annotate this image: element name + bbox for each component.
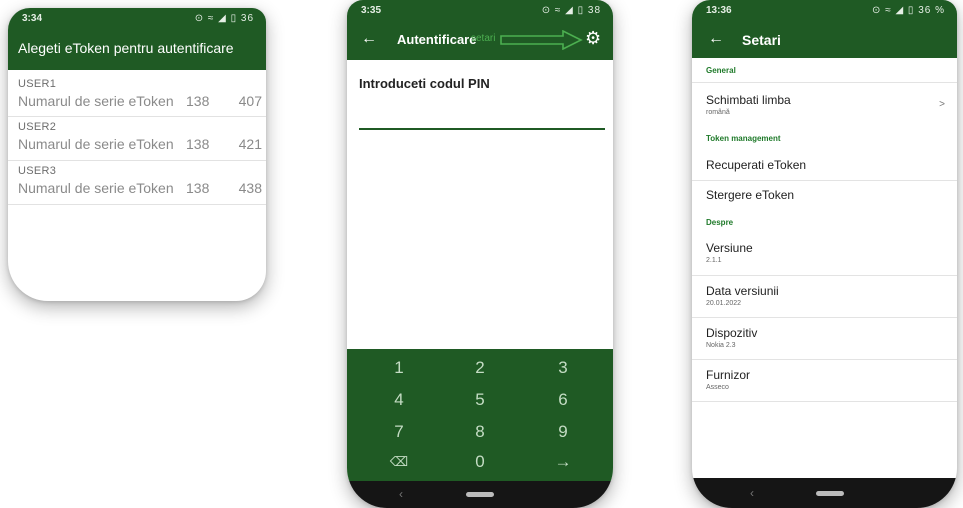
etoken-select-screen: 3:34 ⊙ ≈ ◢ ▯ 36 Alegeti eToken pentru au… xyxy=(8,8,266,301)
divider xyxy=(8,204,266,205)
submit-arrow-icon[interactable]: → xyxy=(533,447,593,477)
language-title: Schimbati limba xyxy=(706,93,791,107)
status-icons: ⊙ ≈ ◢ ▯ 36 xyxy=(194,13,254,24)
key-8[interactable]: 8 xyxy=(450,417,510,447)
nav-home-icon[interactable] xyxy=(816,491,844,496)
page-title: Alegeti eToken pentru autentificare xyxy=(18,40,234,56)
nav-home-icon[interactable] xyxy=(466,492,494,497)
status-bar: 3:34 ⊙ ≈ ◢ ▯ 36 xyxy=(8,8,266,30)
section-token-management: Token management xyxy=(706,134,781,143)
etoken-row-user2[interactable]: Numarul de serie eToken 138 421 xyxy=(8,133,266,159)
status-bar: 13:36 ⊙ ≈ ◢ ▯ 36 % xyxy=(692,0,957,22)
provider-title: Furnizor xyxy=(706,368,751,382)
key-6[interactable]: 6 xyxy=(533,385,593,415)
section-despre: Despre xyxy=(706,218,734,227)
nav-back-icon[interactable]: ‹ xyxy=(750,486,754,500)
etoken-serial-part1: 138 xyxy=(186,136,210,152)
status-time: 3:34 xyxy=(22,13,43,24)
key-1[interactable]: 1 xyxy=(369,353,429,383)
etoken-serial-part1: 138 xyxy=(186,93,210,109)
system-nav-bar: ‹ xyxy=(347,481,613,508)
divider xyxy=(8,116,266,117)
etoken-serial-part1: 138 xyxy=(186,180,210,196)
back-arrow-icon[interactable]: ← xyxy=(708,30,724,48)
status-time: 13:36 xyxy=(706,5,732,16)
user-label: USER2 xyxy=(18,121,57,133)
version-value: 2.1.1 xyxy=(706,257,722,264)
pin-input[interactable] xyxy=(359,108,605,130)
version-date-value: 20.01.2022 xyxy=(706,300,742,307)
divider xyxy=(8,160,266,161)
numeric-keypad: 1 2 3 4 5 6 7 8 9 ⌫ 0 → xyxy=(347,349,613,481)
version-title: Versiune xyxy=(706,241,753,255)
version-date-item: Data versiunii 20.01.2022 xyxy=(692,276,957,316)
status-icons: ⊙ ≈ ◢ ▯ 38 xyxy=(541,5,601,16)
nav-back-icon[interactable]: ‹ xyxy=(399,487,403,501)
etoken-serial-part2: 421 xyxy=(238,136,262,152)
device-item: Dispozitiv Nokia 2.3 xyxy=(692,318,957,358)
app-bar: ← Setari xyxy=(692,22,957,58)
recover-etoken-label: Recuperati eToken xyxy=(706,158,807,172)
user-label: USER3 xyxy=(18,165,57,177)
device-value: Nokia 2.3 xyxy=(706,342,736,349)
key-3[interactable]: 3 xyxy=(533,353,593,383)
recover-etoken-item[interactable]: Recuperati eToken xyxy=(692,150,957,180)
settings-screen: 13:36 ⊙ ≈ ◢ ▯ 36 % ← Setari General Schi… xyxy=(692,0,957,508)
delete-etoken-label: Stergere eToken xyxy=(706,188,795,202)
delete-etoken-item[interactable]: Stergere eToken xyxy=(692,181,957,211)
etoken-row-user1[interactable]: Numarul de serie eToken 138 407 xyxy=(8,90,266,116)
key-9[interactable]: 9 xyxy=(533,417,593,447)
annotation-arrow-icon xyxy=(500,30,583,50)
user-label: USER1 xyxy=(18,78,57,90)
key-4[interactable]: 4 xyxy=(369,385,429,415)
key-2[interactable]: 2 xyxy=(450,353,510,383)
etoken-serial-label: Numarul de serie eToken xyxy=(18,136,174,152)
etoken-serial-label: Numarul de serie eToken xyxy=(18,93,174,109)
divider xyxy=(692,401,957,402)
settings-annotation-label: setari xyxy=(471,33,496,44)
status-icons: ⊙ ≈ ◢ ▯ 36 % xyxy=(872,5,945,16)
app-bar: ← Autentificare setari ⚙ xyxy=(347,22,613,60)
system-nav-bar: ‹ xyxy=(692,478,957,508)
version-item: Versiune 2.1.1 xyxy=(692,234,957,274)
etoken-serial-label: Numarul de serie eToken xyxy=(18,180,174,196)
provider-item: Furnizor Asseco xyxy=(692,360,957,400)
etoken-serial-part2: 407 xyxy=(238,93,262,109)
page-title: Autentificare xyxy=(397,32,477,47)
section-general: General xyxy=(706,66,736,75)
version-date-title: Data versiunii xyxy=(706,284,779,298)
pin-auth-screen: 3:35 ⊙ ≈ ◢ ▯ 38 ← Autentificare setari ⚙… xyxy=(347,0,613,508)
language-value: română xyxy=(706,109,730,116)
app-bar: Alegeti eToken pentru autentificare xyxy=(8,30,266,70)
key-0[interactable]: 0 xyxy=(450,447,510,477)
backspace-icon[interactable]: ⌫ xyxy=(369,447,429,477)
back-arrow-icon[interactable]: ← xyxy=(361,30,377,48)
key-7[interactable]: 7 xyxy=(369,417,429,447)
device-title: Dispozitiv xyxy=(706,326,758,340)
provider-value: Asseco xyxy=(706,384,729,391)
pin-label: Introduceti codul PIN xyxy=(359,76,490,91)
key-5[interactable]: 5 xyxy=(450,385,510,415)
gear-icon[interactable]: ⚙ xyxy=(585,28,601,49)
status-bar: 3:35 ⊙ ≈ ◢ ▯ 38 xyxy=(347,0,613,22)
language-setting[interactable]: Schimbati limba română > xyxy=(692,83,957,127)
status-time: 3:35 xyxy=(361,5,382,16)
etoken-row-user3[interactable]: Numarul de serie eToken 138 438 xyxy=(8,177,266,203)
page-title: Setari xyxy=(742,32,781,48)
chevron-right-icon: > xyxy=(939,99,945,110)
etoken-serial-part2: 438 xyxy=(238,180,262,196)
